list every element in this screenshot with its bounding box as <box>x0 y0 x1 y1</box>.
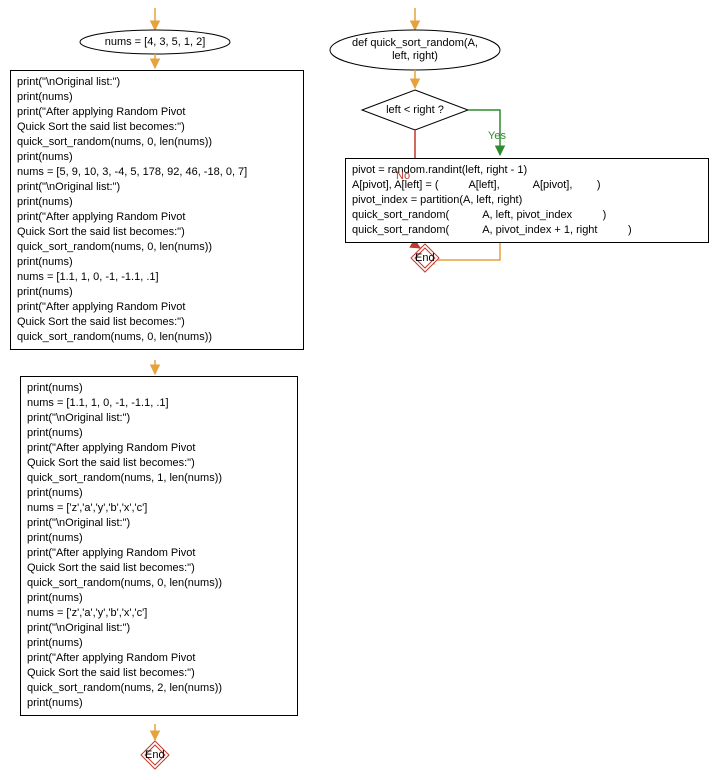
edge-label-yes: Yes <box>488 130 506 142</box>
decision-node: left < right ? <box>378 104 452 117</box>
end-node-right: End <box>415 252 435 264</box>
process-block-2: print(nums) nums = [1.1, 1, 0, -1, -1.1,… <box>20 376 298 716</box>
process-block-1: print("\nOriginal list:") print(nums) pr… <box>10 70 304 350</box>
func-def-node: def quick_sort_random(A, left, right) <box>345 37 485 63</box>
edge-label-no: No <box>396 170 410 182</box>
start-node: nums = [4, 3, 5, 1, 2] <box>95 36 215 49</box>
end-node-left: End <box>145 749 165 761</box>
